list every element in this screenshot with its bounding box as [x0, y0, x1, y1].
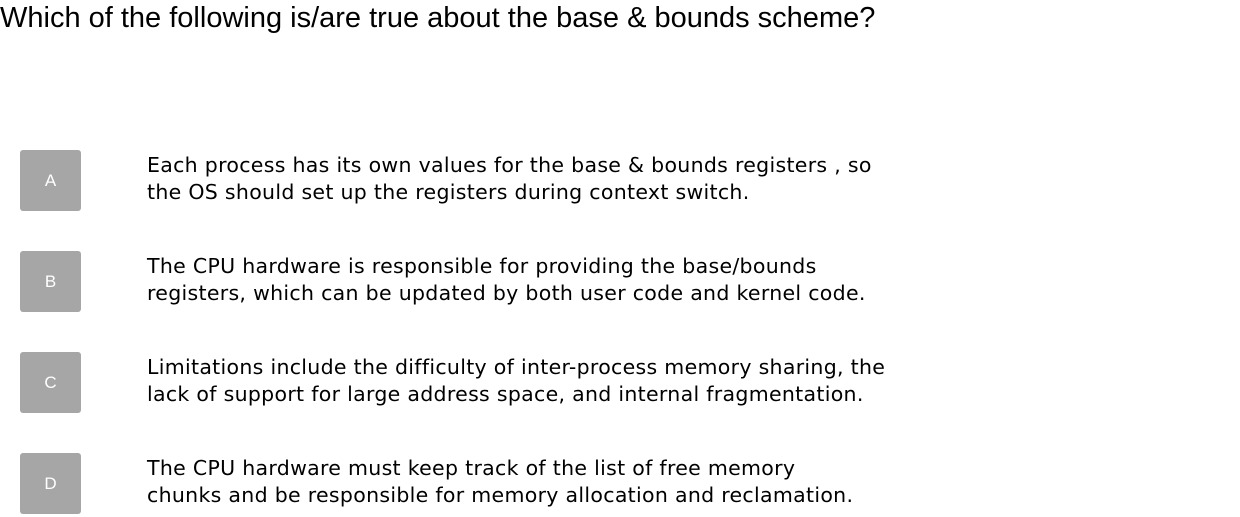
option-d-line-1: The CPU hardware must keep track of the …	[147, 456, 796, 480]
option-a-text: Each process has its own values for the …	[147, 152, 872, 206]
option-d[interactable]: D The CPU hardware must keep track of th…	[20, 453, 1235, 517]
option-a-line-2: the OS should set up the registers durin…	[147, 180, 750, 204]
option-c-badge[interactable]: C	[20, 352, 81, 413]
option-d-badge[interactable]: D	[20, 453, 81, 514]
option-d-text: The CPU hardware must keep track of the …	[147, 455, 853, 509]
question-title: Which of the following is/are true about…	[0, 2, 876, 34]
option-c-line-2: lack of support for large address space,…	[147, 382, 864, 406]
option-c-text: Limitations include the difficulty of in…	[147, 354, 885, 408]
option-b-line-1: The CPU hardware is responsible for prov…	[147, 254, 817, 278]
option-a-badge[interactable]: A	[20, 150, 81, 211]
option-b-text: The CPU hardware is responsible for prov…	[147, 253, 866, 307]
option-c-line-1: Limitations include the difficulty of in…	[147, 355, 886, 379]
option-c[interactable]: C Limitations include the difficulty of …	[20, 352, 1235, 416]
option-b-badge[interactable]: B	[20, 251, 81, 312]
option-a[interactable]: A Each process has its own values for th…	[20, 150, 1235, 214]
option-b-line-2: registers, which can be updated by both …	[147, 281, 866, 305]
option-d-line-2: chunks and be responsible for memory all…	[147, 483, 854, 507]
option-b[interactable]: B The CPU hardware is responsible for pr…	[20, 251, 1235, 315]
option-a-line-1: Each process has its own values for the …	[147, 153, 872, 177]
